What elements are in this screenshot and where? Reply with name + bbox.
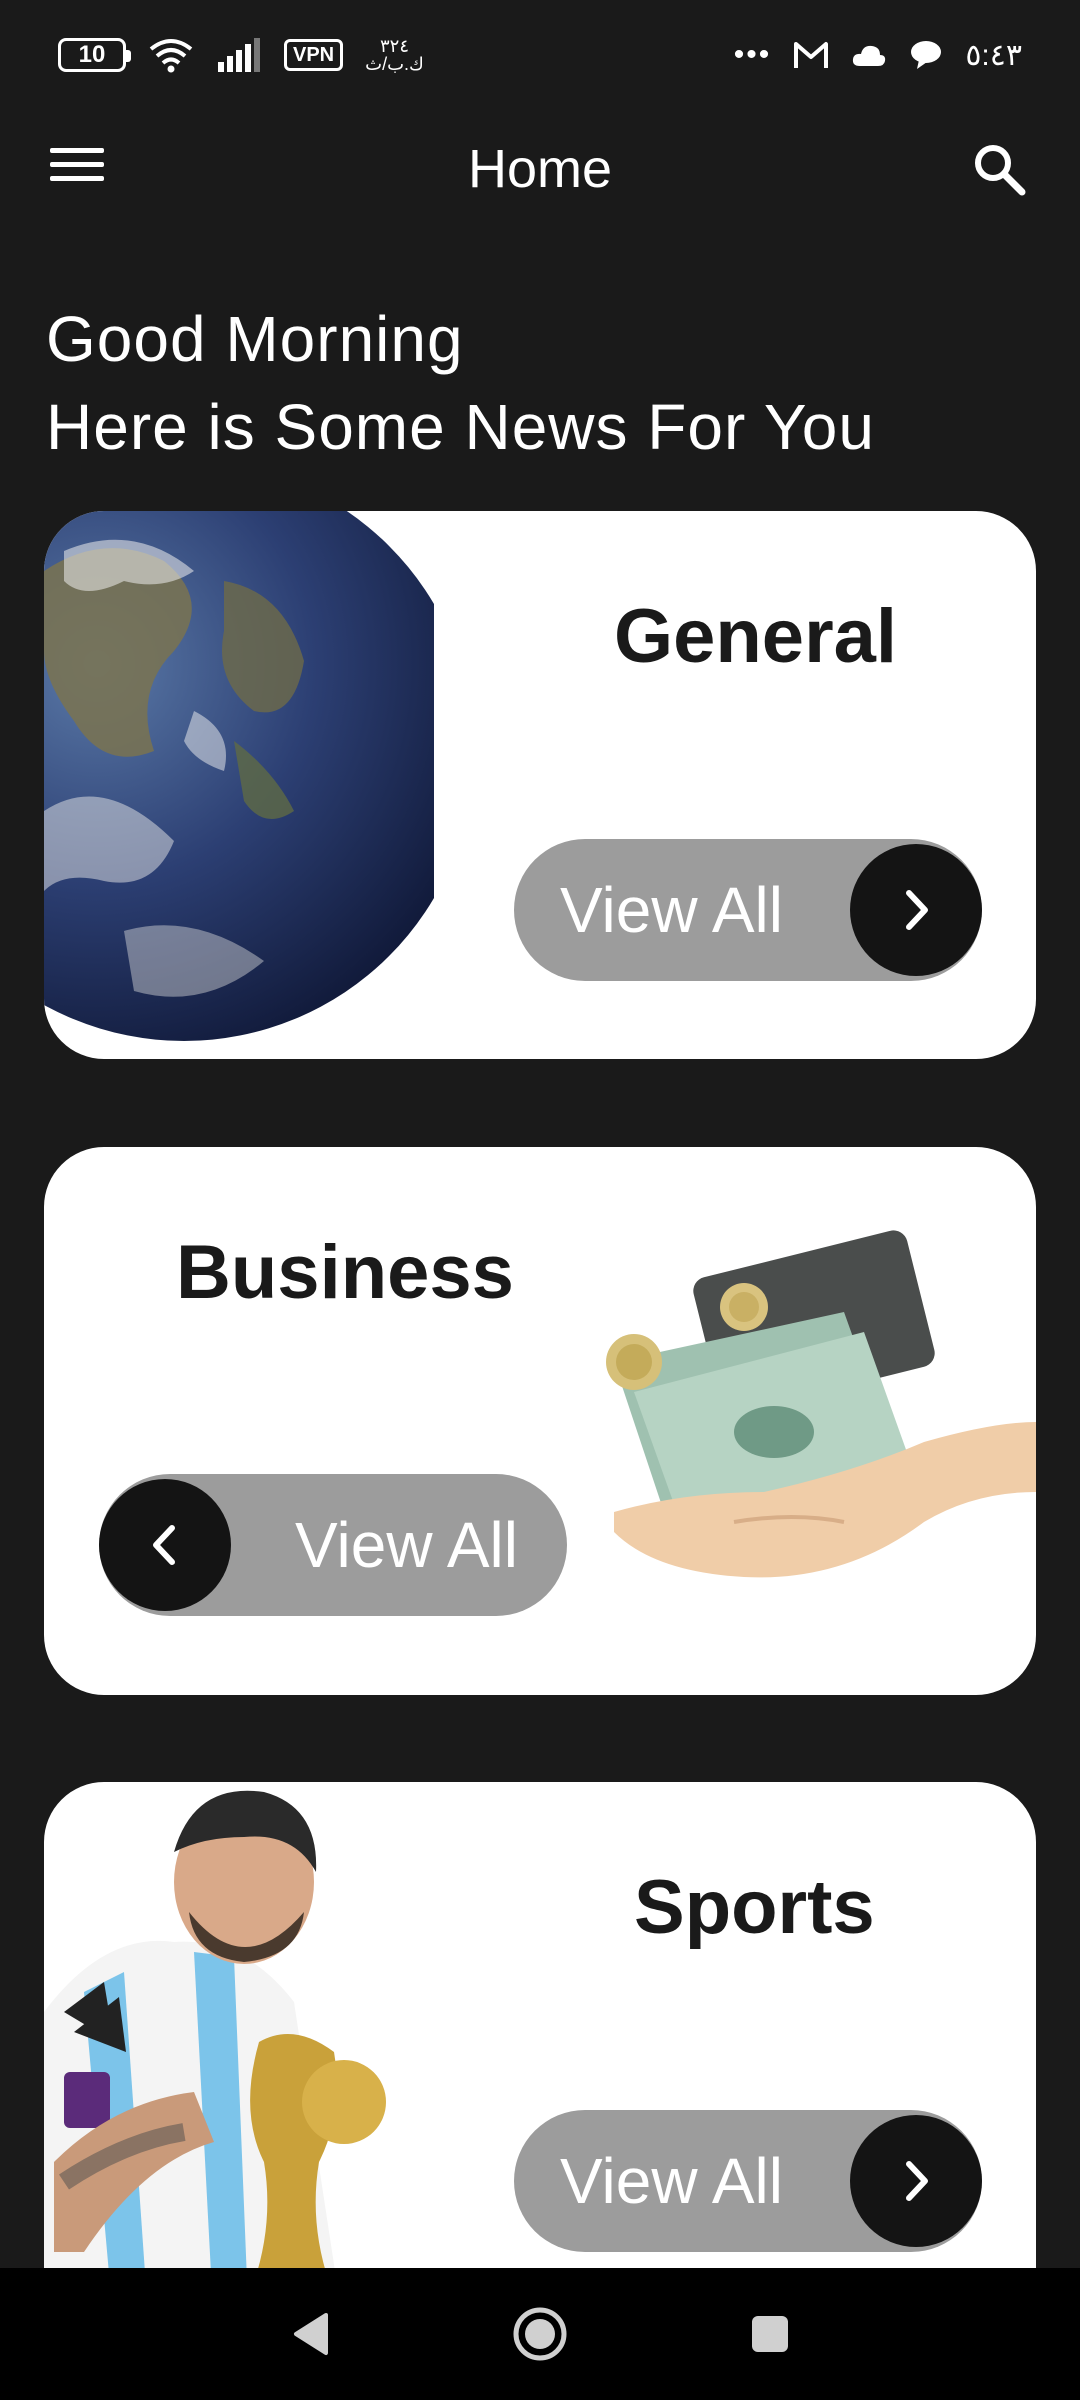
system-nav-bar xyxy=(0,2268,1080,2400)
status-bar: 10 VPN ٣٢٤ ك.ب/ث ••• ٥:٤٣ xyxy=(0,0,1080,110)
money-hand-image xyxy=(606,1230,1036,1578)
card-title-sports: Sports xyxy=(634,1865,875,1950)
app-bar: Home xyxy=(0,110,1080,235)
page-title: Home xyxy=(467,139,613,199)
category-card-general[interactable]: General View All xyxy=(44,511,1036,1059)
greeting: Good Morning Here is Some News For You xyxy=(46,295,1026,471)
data-rate-unit: ك.ب/ث xyxy=(365,54,424,74)
greeting-line-2: Here is Some News For You xyxy=(46,391,875,463)
chevron-right-icon xyxy=(850,844,982,976)
recents-button[interactable] xyxy=(740,2304,800,2364)
home-button[interactable] xyxy=(510,2304,570,2364)
view-all-button-business[interactable]: View All xyxy=(99,1474,567,1616)
battery-icon: 10 xyxy=(58,38,131,72)
data-rate-value: ٣٢٤ xyxy=(379,36,409,56)
signal-icon xyxy=(218,38,260,72)
view-all-label: View All xyxy=(560,2145,783,2217)
gmail-icon xyxy=(794,42,829,68)
chevron-left-icon xyxy=(99,1479,231,1611)
status-right: ••• ٥:٤٣ xyxy=(734,38,1022,73)
chat-bubble-icon xyxy=(911,41,942,69)
status-left: 10 VPN ٣٢٤ ك.ب/ث xyxy=(58,37,424,73)
cloud-icon xyxy=(853,45,886,66)
recents-square-icon xyxy=(752,2316,788,2352)
card-title-business: Business xyxy=(176,1230,514,1315)
wifi-icon xyxy=(149,39,193,73)
back-triangle-icon xyxy=(294,2313,328,2355)
data-rate: ٣٢٤ ك.ب/ث xyxy=(365,37,424,73)
clock: ٥:٤٣ xyxy=(965,38,1022,72)
search-icon[interactable] xyxy=(970,140,1028,198)
card-title-general: General xyxy=(614,594,898,679)
player-trophy-image xyxy=(44,1790,386,2330)
category-card-sports[interactable]: Sports View All xyxy=(44,1782,1036,2330)
view-all-button-sports[interactable]: View All xyxy=(514,2110,982,2252)
battery-level-text: 10 xyxy=(78,41,106,68)
chevron-right-icon xyxy=(850,2115,982,2247)
vpn-badge: VPN xyxy=(284,39,344,71)
home-circle-icon xyxy=(513,2307,567,2361)
view-all-label: View All xyxy=(295,1509,518,1581)
earth-image xyxy=(44,511,434,1041)
more-notifications-icon: ••• xyxy=(733,38,772,71)
view-all-label: View All xyxy=(560,874,783,946)
category-card-business[interactable]: Business View All xyxy=(44,1147,1036,1695)
view-all-button-general[interactable]: View All xyxy=(514,839,982,981)
greeting-line-1: Good Morning xyxy=(46,303,464,375)
back-button[interactable] xyxy=(280,2304,340,2364)
